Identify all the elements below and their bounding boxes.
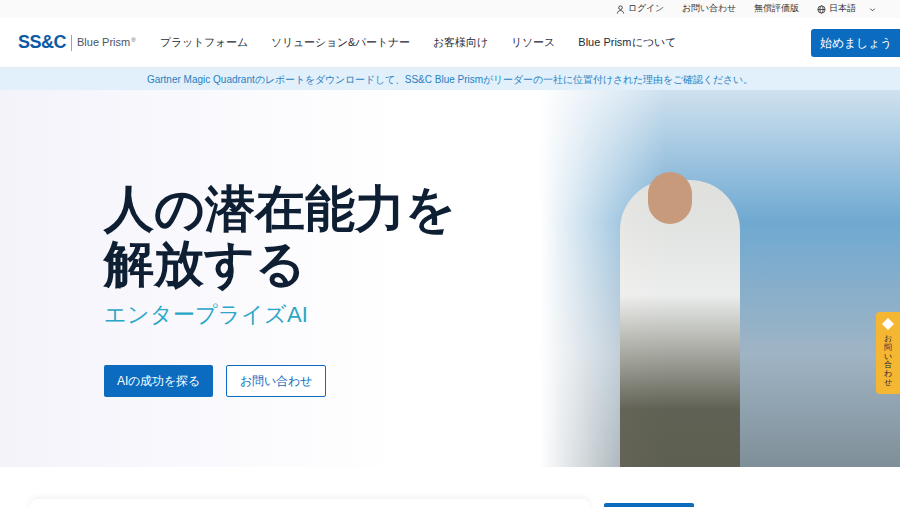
explore-ai-button[interactable]: AIの成功を探る (104, 365, 213, 397)
hero-title: 人の潜在能力を解放する (104, 182, 540, 292)
hero: 人の潜在能力を解放するエンタープライズAIAIの成功を探るお問い合わせお問い合わ… (0, 90, 900, 467)
language-selector[interactable]: 日本語 (817, 2, 876, 16)
globe-icon (817, 5, 826, 14)
contact-button[interactable]: お問い合わせ (226, 365, 326, 397)
utility-bar: ログイン お問い合わせ 無償評価版 日本語 (0, 0, 900, 18)
hero-content: 人の潜在能力を解放するエンタープライズAI AIの成功を探るお問い合わせ (0, 90, 540, 467)
logo-product: Blue Prism (77, 34, 130, 51)
trial-link[interactable]: 無償評価版 (754, 2, 799, 16)
nav-item[interactable]: ソリューション&パートナー (271, 34, 410, 51)
announcement-banner[interactable]: Gartner Magic Quadrantのレポートをダウンロードして、SS&… (0, 68, 900, 90)
logo-mark: SS&C (18, 29, 66, 56)
contact-side-tab[interactable]: お問い合わせ (876, 312, 900, 394)
hero-photo (540, 90, 900, 467)
chevron-down-icon (869, 6, 876, 13)
side-tab-label: お問い合わせ (884, 335, 892, 388)
get-started-button[interactable]: 始めましょう (811, 29, 900, 57)
hero-subtitle: エンタープライズAI (104, 298, 540, 331)
nav-item[interactable]: Blue Prismについて (578, 34, 675, 51)
contact-link[interactable]: お問い合わせ (682, 2, 736, 16)
diamond-icon (882, 318, 894, 330)
nav-bar: SS&CBlue Prism®プラットフォームソリューション&パートナーお客様向… (0, 18, 900, 68)
user-icon (616, 5, 625, 14)
nav-item[interactable]: リソース (511, 34, 555, 51)
hero-buttons: AIの成功を探るお問い合わせ (104, 365, 540, 397)
logo[interactable]: SS&CBlue Prism® (18, 29, 160, 56)
content-section (0, 467, 900, 507)
nav-menu: プラットフォーム ソリューション&パートナー お客様向け リソース Blue Prism… (160, 34, 676, 51)
nav-item[interactable]: プラットフォーム (160, 34, 248, 51)
nav-item[interactable]: お客様向け (433, 34, 488, 51)
page: ログインお問い合わせ無償評価版日本語SS&CBlue Prism®プラットフォー… (0, 0, 900, 507)
login-link[interactable]: ログイン (616, 2, 664, 16)
